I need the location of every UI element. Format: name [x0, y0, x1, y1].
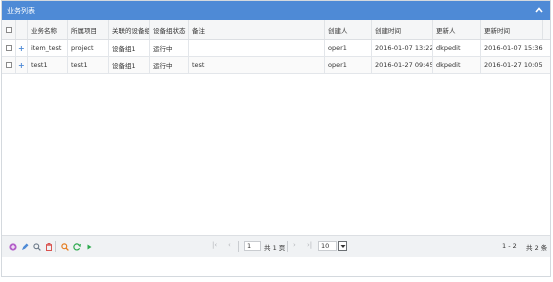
edit-pencil-icon[interactable]	[20, 242, 29, 251]
panel-header: 业务列表	[2, 1, 550, 20]
total-records-label: 共 2 条	[526, 244, 548, 252]
record-range-label: 1 - 2	[502, 242, 517, 250]
panel-title: 业务列表	[7, 7, 35, 15]
next-page-icon[interactable]: ›	[293, 241, 296, 249]
page-size-dropdown-icon[interactable]	[338, 241, 347, 251]
cell-updated-at: 2016-01-07 15:36:10	[484, 44, 543, 52]
col-header-remark[interactable]: 备注	[189, 20, 325, 39]
page-size-select[interactable]: 10	[318, 241, 337, 251]
col-header-created-at[interactable]: 创建时间	[372, 20, 433, 39]
grid-toolbar: |‹ ‹ 1 共 1 页 › ›| 10 1 - 2 共 2 条	[2, 235, 550, 257]
business-list-panel: 业务列表 业务名称 所属项目 关联的设备组 设备组状态 备注 创建人 创建时间 …	[1, 0, 551, 277]
cell-remark	[189, 40, 325, 56]
row-select-cell[interactable]	[2, 57, 16, 73]
cell-group-status: 运行中	[150, 40, 189, 56]
first-page-icon[interactable]: |‹	[212, 241, 217, 249]
cell-project: project	[68, 40, 109, 56]
last-page-icon[interactable]: ›|	[307, 241, 312, 249]
cell-creator: oper1	[325, 40, 372, 56]
view-magnifier-icon[interactable]	[32, 242, 41, 251]
cell-project: test1	[68, 57, 109, 73]
cell-remark: test	[189, 57, 325, 73]
table-row[interactable]: + item_test project 设备组1 运行中 oper1 2016-…	[2, 40, 550, 57]
delete-trash-icon[interactable]	[44, 242, 53, 251]
pager-separator	[238, 241, 239, 252]
search-icon[interactable]	[60, 242, 69, 251]
cell-device-group: 设备组1	[109, 57, 150, 73]
refresh-icon[interactable]	[72, 242, 81, 251]
pager-separator	[287, 241, 288, 252]
page-number-input[interactable]: 1	[244, 241, 261, 251]
row-checkbox[interactable]	[6, 62, 12, 68]
col-header-device-group[interactable]: 关联的设备组	[109, 20, 150, 39]
col-header-project[interactable]: 所属项目	[68, 20, 109, 39]
total-pages-label: 共 1 页	[264, 244, 286, 252]
table-header-row: 业务名称 所属项目 关联的设备组 设备组状态 备注 创建人 创建时间 更新人 更…	[2, 20, 550, 40]
play-icon[interactable]	[84, 242, 93, 251]
table-row[interactable]: + test1 test1 设备组1 运行中 test oper1 2016-0…	[2, 57, 550, 74]
cell-name: item_test	[28, 40, 68, 56]
collapse-chevron-up-icon[interactable]	[534, 5, 544, 15]
add-icon[interactable]	[8, 242, 17, 251]
cell-updated-at: 2016-01-27 10:05:27	[484, 61, 543, 69]
cell-created-at: 2016-01-27 09:45:32	[372, 57, 433, 73]
col-header-updated-at[interactable]: 更新时间	[481, 20, 543, 39]
col-header-group-status[interactable]: 设备组状态	[150, 20, 189, 39]
toolbar-separator	[55, 241, 56, 252]
expand-header-cell	[16, 20, 28, 39]
row-checkbox[interactable]	[6, 45, 12, 51]
select-all-checkbox[interactable]	[6, 26, 12, 33]
col-header-name[interactable]: 业务名称	[28, 20, 68, 39]
expand-plus-icon[interactable]: +	[16, 57, 28, 73]
cell-device-group: 设备组1	[109, 40, 150, 56]
prev-page-icon[interactable]: ‹	[228, 241, 231, 249]
cell-name: test1	[28, 57, 68, 73]
row-select-cell[interactable]	[2, 40, 16, 56]
cell-creator: oper1	[325, 57, 372, 73]
col-header-updater[interactable]: 更新人	[433, 20, 481, 39]
select-all-cell[interactable]	[2, 20, 16, 39]
expand-plus-icon[interactable]: +	[16, 40, 28, 56]
cell-created-at: 2016-01-07 13:22:43	[372, 40, 433, 56]
cell-updater: dkpedit	[433, 57, 481, 73]
col-header-creator[interactable]: 创建人	[325, 20, 372, 39]
cell-group-status: 运行中	[150, 57, 189, 73]
cell-updater: dkpedit	[433, 40, 481, 56]
